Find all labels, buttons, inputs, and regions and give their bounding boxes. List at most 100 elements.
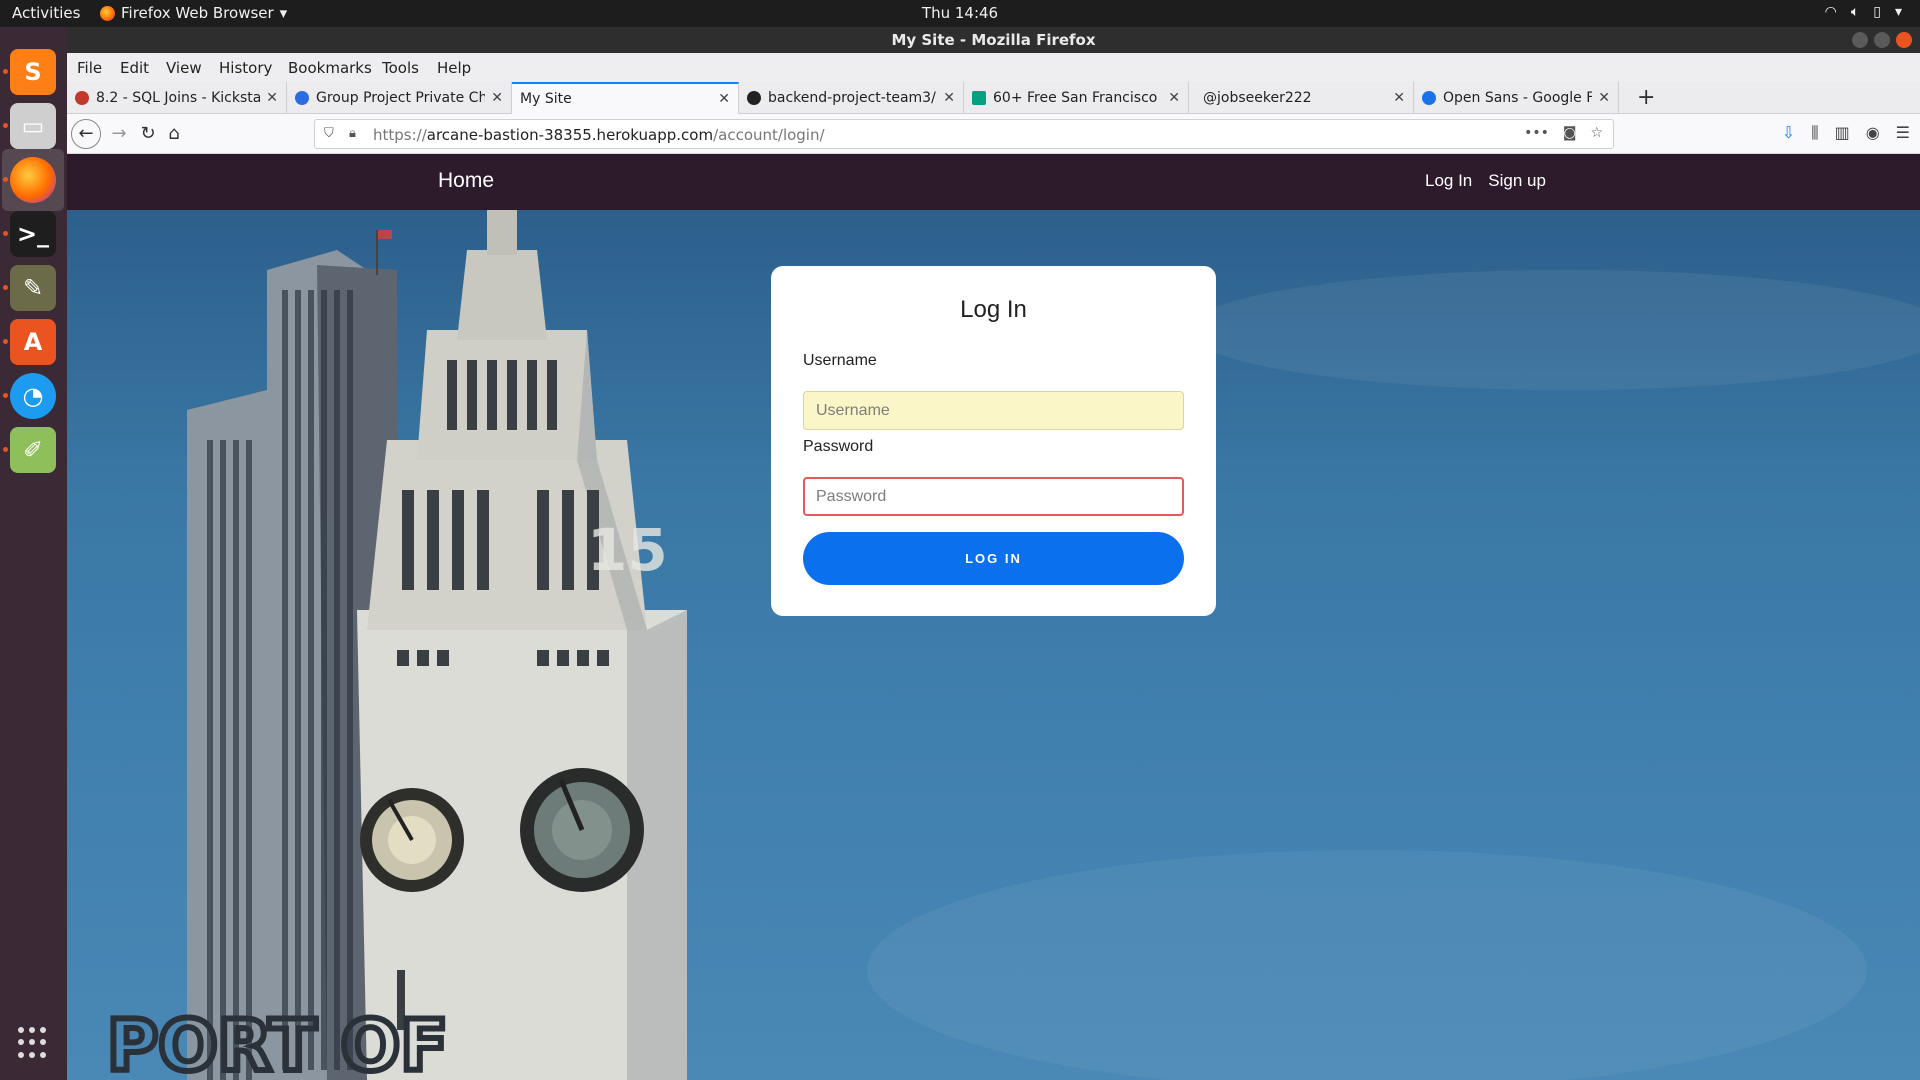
pexels-icon (972, 91, 986, 105)
tab-title: backend-project-team3/ (768, 90, 936, 106)
menu-file[interactable]: File (77, 59, 102, 77)
tracking-shield-icon[interactable]: ⛉ (324, 126, 334, 141)
clock[interactable]: Thu 14:46 (922, 4, 998, 22)
sublime-text-icon[interactable]: S (10, 49, 56, 95)
close-tab-icon[interactable]: ✕ (1393, 90, 1405, 106)
software-center-icon[interactable]: A (10, 319, 56, 365)
account-icon[interactable]: ◉ (1866, 123, 1880, 143)
app-menu-label: Firefox Web Browser (121, 4, 274, 22)
menu-help[interactable]: Help (437, 59, 471, 77)
tab-jobseeker[interactable]: @jobseeker222 ✕ (1189, 82, 1414, 114)
page-actions-icon[interactable]: ••• (1524, 125, 1549, 141)
volume-icon[interactable]: 🔈︎ (1851, 4, 1859, 20)
tab-sql-joins[interactable]: 8.2 - SQL Joins - Kickstar ✕ (67, 82, 287, 114)
window-titlebar[interactable]: My Site - Mozilla Firefox (67, 27, 1920, 53)
firefox-mini-icon (100, 5, 115, 21)
tab-title: My Site (520, 91, 572, 107)
running-indicator (3, 231, 8, 236)
tab-github-backend[interactable]: backend-project-team3/ ✕ (739, 82, 964, 114)
login-card: Log In Username Username Password Passwo… (771, 266, 1216, 616)
new-tab-icon[interactable]: + (1637, 85, 1655, 110)
tab-title: @jobseeker222 (1203, 90, 1312, 106)
hamburger-menu-icon[interactable]: ☰ (1896, 123, 1910, 143)
url-bar[interactable]: ⛉ 🔒︎ https://arcane-bastion-38355.heroku… (314, 119, 1614, 149)
home-icon[interactable]: ⌂ (163, 123, 185, 145)
login-button[interactable]: LOG IN (803, 532, 1184, 585)
image-viewer-icon[interactable]: ✐ (10, 427, 56, 473)
tab-open-sans[interactable]: Open Sans - Google Font ✕ (1414, 82, 1619, 114)
tab-favicon-icon (75, 91, 89, 105)
running-indicator (3, 69, 8, 74)
tab-strip: 8.2 - SQL Joins - Kickstar ✕ Group Proje… (67, 82, 1920, 114)
bookmark-star-icon[interactable]: ☆ (1590, 125, 1603, 141)
svg-text:PORT OF: PORT OF (107, 1005, 448, 1080)
tab-title: Open Sans - Google Font (1443, 90, 1593, 106)
menu-view[interactable]: View (166, 59, 202, 77)
back-arrow-icon[interactable]: ← (71, 119, 101, 149)
tab-title: Group Project Private Ch (316, 90, 486, 106)
running-indicator (3, 339, 8, 344)
close-tab-icon[interactable]: ✕ (943, 90, 955, 106)
tab-pexels[interactable]: 60+ Free San Francisco N ✕ (964, 82, 1189, 114)
close-tab-icon[interactable]: ✕ (491, 90, 503, 106)
google-fonts-icon (1422, 91, 1436, 105)
running-indicator (3, 285, 8, 290)
sidebar-icon[interactable]: ▥ (1835, 123, 1850, 143)
tab-title: 8.2 - SQL Joins - Kickstar (96, 90, 261, 106)
tray-menu-arrow-icon[interactable]: ▾ (1895, 4, 1902, 20)
downloads-icon[interactable]: ⇩ (1782, 123, 1795, 143)
maximize-icon[interactable] (1874, 32, 1890, 48)
close-tab-icon[interactable]: ✕ (718, 91, 730, 107)
username-input[interactable]: Username (803, 391, 1184, 430)
minimize-icon[interactable] (1852, 32, 1868, 48)
reload-icon[interactable]: ↻ (137, 123, 159, 145)
app-menu-button[interactable]: Firefox Web Browser ▾ (100, 4, 287, 22)
tab-favicon-icon (295, 91, 309, 105)
wifi-icon[interactable]: ◠ (1825, 4, 1837, 20)
forward-arrow-icon[interactable]: → (108, 123, 130, 145)
running-indicator (3, 393, 8, 398)
close-tab-icon[interactable]: ✕ (266, 90, 278, 106)
login-link[interactable]: Log In (1425, 171, 1472, 191)
system-tray[interactable]: ◠ 🔈︎ ▯ ▾ (1825, 4, 1902, 20)
page-viewport: 15 PORT OF Home Log In Sign up Log In Us… (67, 154, 1920, 1080)
ubuntu-dock: S ▭ >_ ✎ A ◔ ✐ (0, 27, 67, 1080)
menu-bar: File Edit View History Bookmarks Tools H… (67, 53, 1920, 82)
username-label: Username (803, 352, 877, 369)
show-applications-icon[interactable] (18, 1027, 50, 1059)
password-label: Password (803, 438, 874, 455)
site-navbar: Home Log In Sign up (67, 154, 1920, 210)
battery-icon[interactable]: ▯ (1873, 4, 1881, 20)
close-tab-icon[interactable]: ✕ (1598, 90, 1610, 106)
password-input[interactable]: Password (803, 477, 1184, 516)
lock-icon[interactable]: 🔒︎ (349, 126, 356, 141)
tab-title: 60+ Free San Francisco N (993, 90, 1163, 106)
running-indicator (3, 447, 8, 452)
home-link[interactable]: Home (438, 169, 494, 193)
svg-text:15: 15 (587, 516, 668, 584)
tab-group-project[interactable]: Group Project Private Ch ✕ (287, 82, 512, 114)
gnome-top-bar: Activities Firefox Web Browser ▾ Thu 14:… (0, 0, 1920, 27)
gimp-icon[interactable]: ✎ (10, 265, 56, 311)
running-indicator (3, 123, 8, 128)
signup-link[interactable]: Sign up (1488, 171, 1546, 191)
menu-history[interactable]: History (219, 59, 272, 77)
menu-bookmarks[interactable]: Bookmarks (288, 59, 372, 77)
window-title: My Site - Mozilla Firefox (891, 31, 1096, 49)
menu-edit[interactable]: Edit (120, 59, 149, 77)
library-icon[interactable]: ⫼ (1811, 123, 1818, 143)
activities-button[interactable]: Activities (12, 4, 80, 22)
navigation-toolbar: ← → ↻ ⌂ ⛉ 🔒︎ https://arcane-bastion-3835… (67, 114, 1920, 154)
url-text[interactable]: https://arcane-bastion-38355.herokuapp.c… (373, 126, 825, 144)
firefox-icon[interactable] (10, 157, 56, 203)
github-icon (747, 91, 761, 105)
running-indicator (3, 177, 8, 182)
terminal-icon[interactable]: >_ (10, 211, 56, 257)
pocket-icon[interactable]: ◙ (1563, 125, 1577, 141)
close-window-icon[interactable] (1896, 32, 1912, 48)
file-manager-icon[interactable]: ▭ (10, 103, 56, 149)
menu-tools[interactable]: Tools (382, 59, 419, 77)
timer-app-icon[interactable]: ◔ (10, 373, 56, 419)
close-tab-icon[interactable]: ✕ (1168, 90, 1180, 106)
tab-my-site[interactable]: My Site ✕ (512, 82, 739, 114)
